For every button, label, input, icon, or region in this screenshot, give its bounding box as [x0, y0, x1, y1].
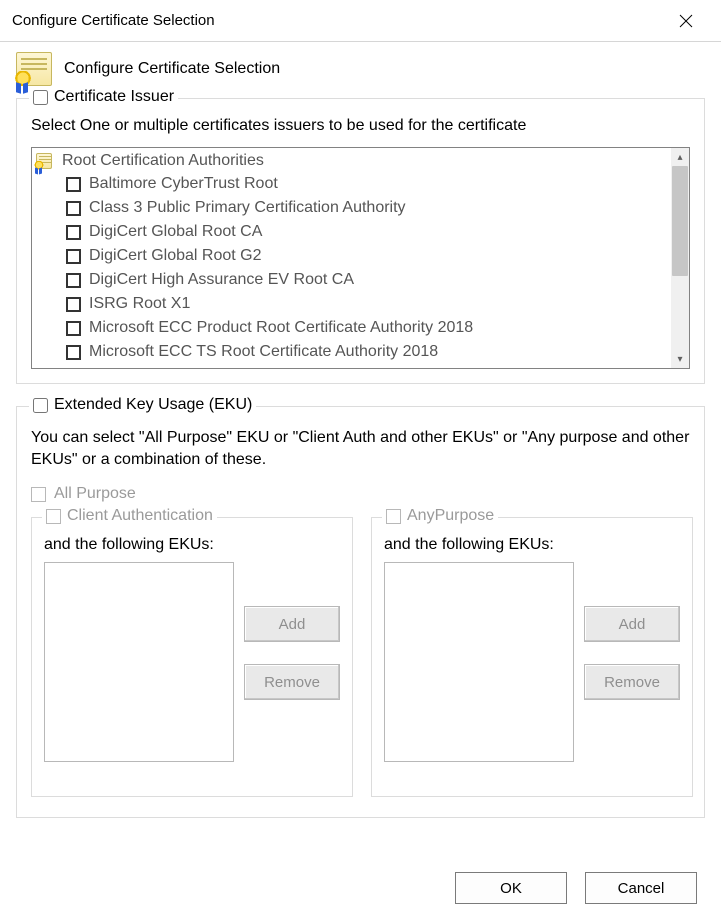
dialog-header: Configure Certificate Selection [16, 52, 705, 86]
issuer-tree-item[interactable]: DigiCert Global Root CA [66, 220, 669, 244]
client-auth-remove-button: Remove [244, 664, 340, 700]
ok-button[interactable]: OK [455, 872, 567, 904]
any-purpose-legend: AnyPurpose [407, 507, 494, 525]
certificate-issuer-group: Certificate Issuer Select One or multipl… [16, 98, 705, 384]
client-auth-eku-list[interactable] [44, 562, 234, 762]
all-purpose-label: All Purpose [54, 485, 136, 503]
scroll-up-icon[interactable]: ▴ [671, 148, 689, 166]
certificate-icon [16, 52, 56, 86]
issuer-item-checkbox[interactable] [66, 297, 81, 312]
issuer-tree-item[interactable]: DigiCert Global Root G2 [66, 244, 669, 268]
issuer-item-label: Baltimore CyberTrust Root [89, 172, 278, 196]
scrollbar-vertical[interactable]: ▴ ▾ [671, 148, 689, 368]
issuer-tree-item[interactable]: Class 3 Public Primary Certification Aut… [66, 196, 669, 220]
close-button[interactable] [665, 0, 707, 42]
cancel-button[interactable]: Cancel [585, 872, 697, 904]
issuer-item-label: Microsoft ECC Product Root Certificate A… [89, 316, 473, 340]
issuer-item-label: Class 3 Public Primary Certification Aut… [89, 196, 406, 220]
eku-legend: Extended Key Usage (EKU) [54, 396, 252, 414]
any-purpose-eku-list[interactable] [384, 562, 574, 762]
any-purpose-remove-button: Remove [584, 664, 680, 700]
issuer-tree-root[interactable]: Root Certification Authorities [36, 152, 669, 170]
client-auth-checkbox [46, 509, 61, 524]
issuer-item-label: DigiCert Global Root G2 [89, 244, 262, 268]
client-auth-add-button: Add [244, 606, 340, 642]
client-auth-group: Client Authentication and the following … [31, 517, 353, 797]
eku-group: Extended Key Usage (EKU) You can select … [16, 406, 705, 818]
issuer-tree[interactable]: Root Certification Authorities Baltimore… [31, 147, 690, 369]
issuer-tree-item[interactable]: Microsoft ECC Product Root Certificate A… [66, 316, 669, 340]
client-auth-subtitle: and the following EKUs: [44, 536, 340, 554]
certificate-issuer-description: Select One or multiple certificates issu… [31, 117, 690, 135]
issuer-item-label: DigiCert High Assurance EV Root CA [89, 268, 354, 292]
issuer-item-checkbox[interactable] [66, 249, 81, 264]
issuer-item-checkbox[interactable] [66, 273, 81, 288]
issuer-item-checkbox[interactable] [66, 345, 81, 360]
all-purpose-checkbox [31, 487, 46, 502]
any-purpose-add-button: Add [584, 606, 680, 642]
issuer-tree-item[interactable]: Microsoft ECC TS Root Certificate Author… [66, 340, 669, 364]
issuer-tree-item[interactable]: Baltimore CyberTrust Root [66, 172, 669, 196]
client-auth-legend: Client Authentication [67, 507, 213, 525]
issuer-item-label: Microsoft ECC TS Root Certificate Author… [89, 340, 438, 364]
issuer-tree-item[interactable]: DigiCert High Assurance EV Root CA [66, 268, 669, 292]
titlebar: Configure Certificate Selection [0, 0, 721, 42]
issuer-item-checkbox[interactable] [66, 177, 81, 192]
scroll-down-icon[interactable]: ▾ [671, 350, 689, 368]
certificate-issuer-checkbox[interactable] [33, 90, 48, 105]
window-title: Configure Certificate Selection [12, 12, 215, 29]
issuer-item-label: DigiCert Global Root CA [89, 220, 262, 244]
issuer-item-checkbox[interactable] [66, 201, 81, 216]
any-purpose-checkbox [386, 509, 401, 524]
issuer-item-checkbox[interactable] [66, 225, 81, 240]
any-purpose-subtitle: and the following EKUs: [384, 536, 680, 554]
eku-checkbox[interactable] [33, 398, 48, 413]
scroll-thumb[interactable] [672, 166, 688, 276]
issuer-tree-root-label: Root Certification Authorities [62, 152, 264, 170]
dialog-title: Configure Certificate Selection [64, 60, 280, 78]
issuer-item-checkbox[interactable] [66, 321, 81, 336]
dialog-footer: OK Cancel [455, 872, 697, 904]
issuer-tree-item[interactable]: ISRG Root X1 [66, 292, 669, 316]
issuer-item-label: ISRG Root X1 [89, 292, 190, 316]
any-purpose-group: AnyPurpose and the following EKUs: Add R… [371, 517, 693, 797]
close-icon [679, 14, 693, 28]
certificate-issuer-legend: Certificate Issuer [54, 88, 174, 106]
certificate-icon [36, 153, 56, 169]
eku-description: You can select "All Purpose" EKU or "Cli… [31, 427, 690, 471]
